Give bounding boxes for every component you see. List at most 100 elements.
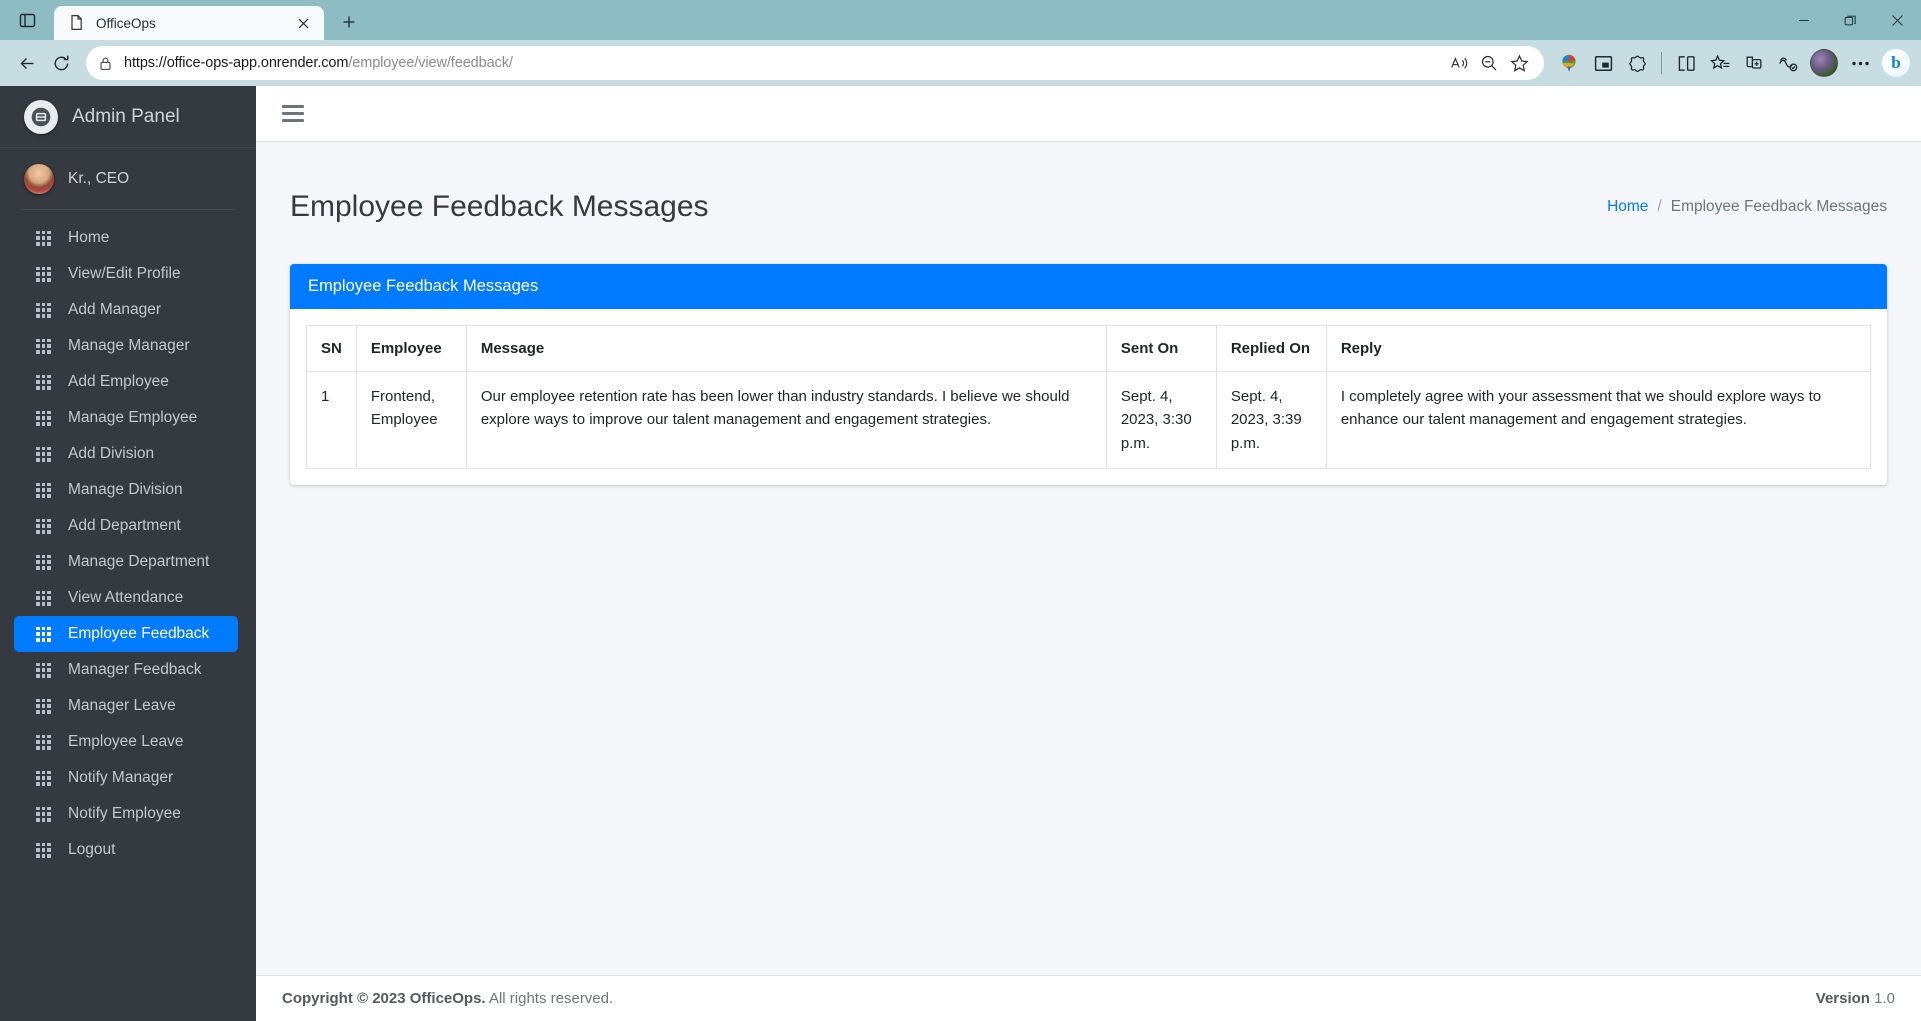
- sidebar-item-add-department[interactable]: Add Department: [14, 508, 238, 544]
- sidebar-item-label: Employee Feedback: [68, 625, 210, 642]
- collections-icon[interactable]: [1737, 46, 1771, 80]
- breadcrumb-home-link[interactable]: Home: [1607, 198, 1648, 216]
- address-bar[interactable]: https://office-ops-app.onrender.com/empl…: [86, 46, 1544, 80]
- sidebar-item-logout[interactable]: Logout: [14, 832, 238, 868]
- sidebar-item-employee-feedback[interactable]: Employee Feedback: [14, 616, 238, 652]
- footer-copyright: Copyright © 2023 OfficeOps. All rights r…: [282, 990, 613, 1007]
- browser-tab[interactable]: OfficeOps: [54, 6, 324, 40]
- column-header-reply: Reply: [1325, 325, 1872, 373]
- idm-extension-icon[interactable]: [1552, 46, 1586, 80]
- copilot-bing-glyph: b: [1891, 53, 1901, 72]
- page-viewport: Admin Panel Kr., CEO Home View/Edit Profi…: [0, 86, 1921, 1021]
- grid-icon: [36, 734, 51, 750]
- sidebar-item-label: Home: [68, 229, 110, 246]
- restore-icon[interactable]: [1827, 0, 1874, 40]
- sidebar-item-manage-manager[interactable]: Manage Manager: [14, 328, 238, 364]
- card-header-title: Employee Feedback Messages: [290, 264, 1887, 310]
- reload-icon[interactable]: [44, 46, 78, 80]
- sidebar-item-home[interactable]: Home: [14, 220, 238, 256]
- sidebar-item-manage-employee[interactable]: Manage Employee: [14, 400, 238, 436]
- grid-icon: [36, 698, 51, 714]
- sidebar-item-label: Manager Leave: [68, 697, 176, 714]
- card-body: SN Employee Message Sent On Replied On R…: [290, 309, 1887, 485]
- grid-icon: [36, 410, 51, 426]
- grid-icon: [36, 230, 51, 246]
- grid-icon: [36, 446, 51, 462]
- favorites-icon[interactable]: [1703, 46, 1737, 80]
- grid-icon: [36, 374, 51, 390]
- tab-actions-icon[interactable]: [8, 3, 46, 37]
- table-head: SN Employee Message Sent On Replied On R…: [306, 325, 1872, 373]
- sidebar-item-label: Manage Employee: [68, 409, 198, 426]
- sidebar-item-add-employee[interactable]: Add Employee: [14, 364, 238, 400]
- profile-avatar[interactable]: [1810, 49, 1838, 77]
- grid-icon: [36, 590, 51, 606]
- favorite-star-icon[interactable]: [1504, 48, 1534, 78]
- table-row: 1 Frontend, Employee Our employee retentio…: [306, 371, 1872, 469]
- sidebar-item-label: Add Manager: [68, 301, 162, 318]
- sidebar-item-label: Add Department: [68, 517, 181, 534]
- breadcrumb-current: Employee Feedback Messages: [1670, 198, 1887, 216]
- feedback-table: SN Employee Message Sent On Replied On R…: [306, 325, 1872, 469]
- split-screen-icon[interactable]: [1669, 46, 1703, 80]
- grid-icon: [36, 266, 51, 282]
- sidebar-item-label: Manage Department: [68, 553, 210, 570]
- top-navbar: [256, 86, 1921, 142]
- page-title: Employee Feedback Messages: [290, 190, 709, 224]
- column-header-sn: SN: [306, 325, 357, 373]
- address-bar-actions: [1444, 48, 1534, 78]
- cell-sent-on: Sept. 4, 2023, 3:30 p.m.: [1105, 371, 1217, 469]
- back-arrow-icon[interactable]: [10, 46, 44, 80]
- sidebar-item-label: Employee Leave: [68, 733, 184, 750]
- sidebar-item-manager-feedback[interactable]: Manager Feedback: [14, 652, 238, 688]
- hamburger-icon[interactable]: [282, 105, 304, 122]
- sidebar: Admin Panel Kr., CEO Home View/Edit Profi…: [0, 86, 256, 1021]
- sidebar-item-employee-leave[interactable]: Employee Leave: [14, 724, 238, 760]
- sidebar-item-manage-division[interactable]: Manage Division: [14, 472, 238, 508]
- url-host: https://office-ops-app.onrender.com: [124, 55, 349, 71]
- sidebar-user[interactable]: Kr., CEO: [0, 148, 256, 210]
- performance-icon[interactable]: [1771, 46, 1805, 80]
- sidebar-item-label: Manage Division: [68, 481, 183, 498]
- sidebar-item-add-division[interactable]: Add Division: [14, 436, 238, 472]
- zoom-out-icon[interactable]: [1474, 48, 1504, 78]
- sidebar-nav: Home View/Edit Profile Add Manager Manage M…: [0, 210, 256, 1021]
- sidebar-item-label: Add Division: [68, 445, 155, 462]
- user-avatar: [24, 164, 54, 194]
- sidebar-item-manage-department[interactable]: Manage Department: [14, 544, 238, 580]
- sidebar-item-label: Manager Feedback: [68, 661, 202, 678]
- sidebar-brand[interactable]: Admin Panel: [0, 86, 256, 148]
- sidebar-item-label: Add Employee: [68, 373, 169, 390]
- browser-tab-title: OfficeOps: [96, 15, 156, 31]
- sidebar-item-view-attendance[interactable]: View Attendance: [14, 580, 238, 616]
- grid-icon: [36, 482, 51, 498]
- minimize-icon[interactable]: [1780, 0, 1827, 40]
- breadcrumb: Home / Employee Feedback Messages: [1607, 198, 1887, 216]
- page-header: Employee Feedback Messages Home / Employ…: [256, 142, 1921, 264]
- settings-more-icon[interactable]: [1843, 46, 1877, 80]
- sidebar-item-label: View Attendance: [68, 589, 184, 606]
- sidebar-item-manager-leave[interactable]: Manager Leave: [14, 688, 238, 724]
- grid-icon: [36, 662, 51, 678]
- picture-in-picture-icon[interactable]: [1586, 46, 1620, 80]
- browser-toolbar: https://office-ops-app.onrender.com/empl…: [0, 40, 1921, 86]
- sidebar-item-add-manager[interactable]: Add Manager: [14, 292, 238, 328]
- close-icon[interactable]: [1874, 0, 1921, 40]
- sidebar-item-label: View/Edit Profile: [68, 265, 181, 282]
- footer-version-label: Version: [1815, 990, 1870, 1007]
- grid-icon: [36, 842, 51, 858]
- copilot-bing-icon[interactable]: b: [1881, 48, 1911, 78]
- sidebar-item-notify-manager[interactable]: Notify Manager: [14, 760, 238, 796]
- sidebar-item-notify-employee[interactable]: Notify Employee: [14, 796, 238, 832]
- grid-icon: [36, 302, 51, 318]
- close-icon[interactable]: [292, 12, 314, 34]
- table-body: 1 Frontend, Employee Our employee retentio…: [306, 371, 1872, 469]
- sidebar-item-view-edit-profile[interactable]: View/Edit Profile: [14, 256, 238, 292]
- column-header-sent-on: Sent On: [1105, 325, 1217, 373]
- lock-icon: [98, 56, 114, 71]
- grid-icon: [36, 554, 51, 570]
- new-tab-button[interactable]: [334, 7, 364, 37]
- browser-essentials-icon[interactable]: [1620, 46, 1654, 80]
- read-aloud-icon[interactable]: [1444, 48, 1474, 78]
- page-content: Employee Feedback Messages Home / Employ…: [256, 142, 1921, 975]
